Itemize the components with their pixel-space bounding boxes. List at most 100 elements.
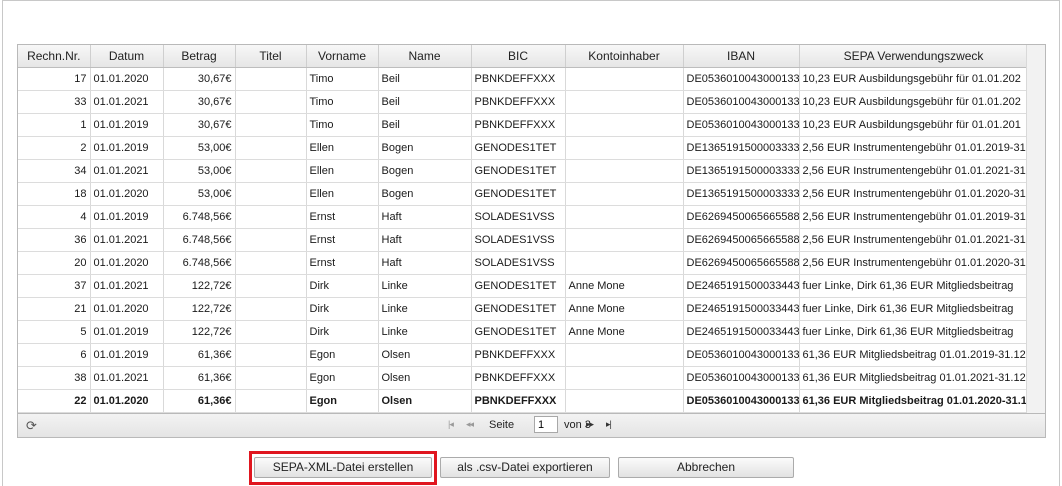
export-csv-button[interactable]: als .csv-Datei exportieren	[440, 457, 610, 478]
cell-rechn-nr: 37	[18, 274, 91, 298]
cell-name: Bogen	[378, 136, 472, 160]
table-row[interactable]: 36 01.01.2021 6.748,56€ Ernst Haft SOLADES1VS…	[18, 228, 1029, 252]
table-row[interactable]: 1 01.01.2019 30,67€ Timo Beil PBNKDEFFXXX DE05…	[18, 113, 1029, 137]
cell-titel	[235, 205, 307, 229]
cell-bic: PBNKDEFFXXX	[471, 90, 566, 114]
cell-name: Bogen	[378, 159, 472, 183]
cell-betrag: 61,36€	[163, 343, 236, 367]
cell-betrag: 6.748,56€	[163, 228, 236, 252]
cell-iban: DE05360100430001332	[683, 366, 800, 390]
table-row[interactable]: 22 01.01.2020 61,36€ Egon Olsen PBNKDEFFXXX DE…	[18, 389, 1029, 413]
cell-vorname: Egon	[306, 389, 379, 413]
next-page-icon[interactable]: ▸▸	[586, 419, 594, 430]
table-row[interactable]: 4 01.01.2019 6.748,56€ Ernst Haft SOLADES1VSS…	[18, 205, 1029, 229]
cancel-button[interactable]: Abbrechen	[618, 457, 794, 478]
table-row[interactable]: 37 01.01.2021 122,72€ Dirk Linke GENODES1TET A…	[18, 274, 1029, 298]
cell-iban: DE24651915000334433	[683, 320, 800, 344]
cell-datum: 01.01.2019	[90, 343, 164, 367]
cell-vorname: Ellen	[306, 159, 379, 183]
cell-name: Haft	[378, 228, 472, 252]
table-row[interactable]: 21 01.01.2020 122,72€ Dirk Linke GENODES1TET A…	[18, 297, 1029, 321]
cell-kontoinhaber	[565, 90, 684, 114]
cell-titel	[235, 389, 307, 413]
cell-bic: SOLADES1VSS	[471, 205, 566, 229]
table-row[interactable]: 2 01.01.2019 53,00€ Ellen Bogen GENODES1TET DE…	[18, 136, 1029, 160]
cell-rechn-nr: 5	[18, 320, 91, 344]
cell-verwendungszweck: 10,23 EUR Ausbildungsgebühr für 01.01.20…	[799, 113, 1029, 137]
table-row[interactable]: 34 01.01.2021 53,00€ Ellen Bogen GENODES1TET D…	[18, 159, 1029, 183]
column-header-titel[interactable]: Titel	[235, 45, 307, 68]
cell-titel	[235, 90, 307, 114]
cell-datum: 01.01.2020	[90, 297, 164, 321]
cell-bic: PBNKDEFFXXX	[471, 343, 566, 367]
table-body: 17 01.01.2020 30,67€ Timo Beil PBNKDEFFXXX DE0…	[18, 67, 1029, 413]
column-header-rechn-nr[interactable]: Rechn.Nr.	[18, 45, 91, 68]
cell-iban: DE62694500656655889	[683, 205, 800, 229]
cell-rechn-nr: 17	[18, 67, 91, 91]
column-header-betrag[interactable]: Betrag	[163, 45, 236, 68]
column-header-kontoinhaber[interactable]: Kontoinhaber	[565, 45, 684, 68]
cell-titel	[235, 228, 307, 252]
cell-verwendungszweck: 2,56 EUR Instrumentengebühr 01.01.2019-3…	[799, 136, 1029, 160]
cell-rechn-nr: 38	[18, 366, 91, 390]
cell-iban: DE05360100430001332	[683, 343, 800, 367]
table-row[interactable]: 6 01.01.2019 61,36€ Egon Olsen PBNKDEFFXXX DE0…	[18, 343, 1029, 367]
last-page-icon[interactable]: ▸|	[606, 419, 612, 430]
cell-name: Bogen	[378, 182, 472, 206]
cell-vorname: Ernst	[306, 228, 379, 252]
vertical-scrollbar[interactable]	[1026, 45, 1045, 437]
table-row[interactable]: 20 01.01.2020 6.748,56€ Ernst Haft SOLADES1VS…	[18, 251, 1029, 275]
cell-betrag: 61,36€	[163, 389, 236, 413]
cell-bic: GENODES1TET	[471, 320, 566, 344]
cell-verwendungszweck: 2,56 EUR Instrumentengebühr 01.01.2020-3…	[799, 182, 1029, 206]
column-header-datum[interactable]: Datum	[90, 45, 164, 68]
cell-titel	[235, 159, 307, 183]
cell-titel	[235, 366, 307, 390]
cell-vorname: Egon	[306, 366, 379, 390]
cell-name: Linke	[378, 297, 472, 321]
cell-name: Beil	[378, 90, 472, 114]
table-row[interactable]: 33 01.01.2021 30,67€ Timo Beil PBNKDEFFXXX DE0…	[18, 90, 1029, 114]
cell-vorname: Ernst	[306, 251, 379, 275]
cell-datum: 01.01.2020	[90, 389, 164, 413]
cell-vorname: Dirk	[306, 320, 379, 344]
header-row: Rechn.Nr. Datum Betrag Titel Vorname Nam…	[18, 45, 1029, 68]
table-row[interactable]: 18 01.01.2020 53,00€ Ellen Bogen GENODES1TET D…	[18, 182, 1029, 206]
column-header-name[interactable]: Name	[378, 45, 472, 68]
column-header-bic[interactable]: BIC	[471, 45, 566, 68]
column-header-vorname[interactable]: Vorname	[306, 45, 379, 68]
cell-kontoinhaber	[565, 205, 684, 229]
cell-verwendungszweck: fuer Linke, Dirk 61,36 EUR Mitgliedsbeit…	[799, 320, 1029, 344]
cell-betrag: 122,72€	[163, 320, 236, 344]
refresh-icon[interactable]: ⟳	[26, 418, 37, 434]
cell-datum: 01.01.2019	[90, 320, 164, 344]
table-row[interactable]: 17 01.01.2020 30,67€ Timo Beil PBNKDEFFXXX DE0…	[18, 67, 1029, 91]
cell-verwendungszweck: 10,23 EUR Ausbildungsgebühr für 01.01.20…	[799, 90, 1029, 114]
cell-iban: DE05360100430001332	[683, 389, 800, 413]
cell-kontoinhaber	[565, 251, 684, 275]
cell-name: Linke	[378, 274, 472, 298]
cell-titel	[235, 320, 307, 344]
cell-verwendungszweck: 2,56 EUR Instrumentengebühr 01.01.2021-3…	[799, 228, 1029, 252]
column-header-sepa-verwendungszweck[interactable]: SEPA Verwendungszweck	[799, 45, 1029, 68]
table-row[interactable]: 38 01.01.2021 61,36€ Egon Olsen PBNKDEFFXXX DE…	[18, 366, 1029, 390]
cell-rechn-nr: 33	[18, 90, 91, 114]
cell-bic: GENODES1TET	[471, 297, 566, 321]
cell-vorname: Dirk	[306, 297, 379, 321]
cell-iban: DE05360100430001332	[683, 67, 800, 91]
cell-iban: DE24651915000334433	[683, 297, 800, 321]
cell-verwendungszweck: fuer Linke, Dirk 61,36 EUR Mitgliedsbeit…	[799, 297, 1029, 321]
cell-bic: PBNKDEFFXXX	[471, 113, 566, 137]
cell-titel	[235, 67, 307, 91]
column-header-iban[interactable]: IBAN	[683, 45, 800, 68]
first-page-icon: |◂	[448, 419, 454, 429]
cell-vorname: Ellen	[306, 182, 379, 206]
cell-rechn-nr: 4	[18, 205, 91, 229]
page-number-input[interactable]	[534, 416, 558, 433]
cell-rechn-nr: 18	[18, 182, 91, 206]
cell-kontoinhaber	[565, 182, 684, 206]
cell-name: Linke	[378, 320, 472, 344]
table-row[interactable]: 5 01.01.2019 122,72€ Dirk Linke GENODES1TET An…	[18, 320, 1029, 344]
cell-bic: PBNKDEFFXXX	[471, 67, 566, 91]
cell-name: Haft	[378, 205, 472, 229]
